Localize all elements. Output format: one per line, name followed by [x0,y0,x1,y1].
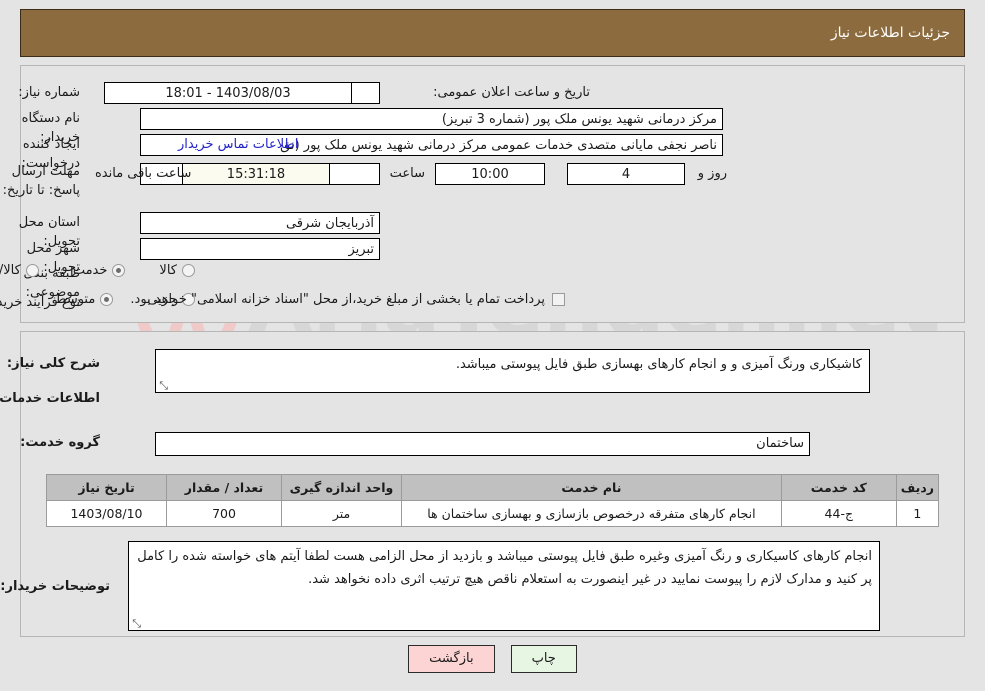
footer-actions: بازگشت چاپ [0,645,985,673]
delivery-city-value: تبریز [140,238,380,260]
col-row-no: ردیف [895,474,940,501]
deadline-hour-label: ساعت [389,166,425,181]
cell-service-code: ج-44 [780,500,897,527]
subject-category-radio-0[interactable] [182,264,195,277]
print-button[interactable]: چاپ [510,645,577,673]
service-group-value: ساختمان [155,432,810,456]
return-button[interactable]: بازگشت [408,645,495,673]
subject-category-option-0[interactable]: کالا [159,263,195,278]
col-unit: واحد اندازه گیری [281,474,402,501]
service-group-label: گروه خدمت: [20,435,100,450]
cell-row-no: 1 [895,500,940,527]
general-description-label: شرح کلی نیاز: [6,356,100,371]
buyer-org-value: مرکز درمانی شهید یونس ملک پور (شماره 3 ت… [140,108,723,130]
remaining-days-label: روز و [697,166,727,181]
subject-category-option-2[interactable]: کالا/خدمت [0,263,39,278]
cell-unit: متر [281,500,402,527]
purchase-process-label-1: متوسط [54,292,96,307]
cell-service-name: انجام کارهای متفرقه درخصوص بازسازی و بهس… [401,500,782,527]
general-description-textarea[interactable]: کاشیکاری ورنگ آمیزی و و انجام کارهای بهس… [155,349,870,393]
title-bar: جزئیات اطلاعات نیاز [20,9,965,57]
subject-category-option-1[interactable]: خدمت [73,263,126,278]
table-row: 1 ج-44 انجام کارهای متفرقه درخصوص بازساز… [46,500,940,527]
subject-category-label-2: کالا/خدمت [0,263,21,278]
subject-category-label-0: کالا [159,263,177,278]
purchase-process-radio-1[interactable] [100,293,114,306]
resize-grip-icon[interactable] [158,381,168,391]
page-title: جزئیات اطلاعات نیاز [830,25,950,41]
resize-grip-icon[interactable] [131,619,141,629]
cell-quantity: 700 [166,500,282,527]
buyer-notes-textarea[interactable]: انجام کارهای کاسیکاری و رنگ آمیزی وغیره … [128,541,880,631]
subject-category-label-1: خدمت [72,263,108,278]
col-quantity: تعداد / مقدار [166,474,282,501]
subject-category-radio-2[interactable] [25,264,39,277]
cell-need-date: 1403/08/10 [46,500,167,527]
subject-category-radio-group[interactable]: کالا خدمت کالا/خدمت [0,263,195,278]
page-root: AriaTender.net جزئیات اطلاعات نیاز شماره… [0,0,985,691]
subject-category-radio-1[interactable] [112,264,126,277]
treasury-bond-checkbox-wrap[interactable]: پرداخت تمام یا بخشی از مبلغ خرید،از محل … [130,292,565,307]
general-description-value: کاشیکاری ورنگ آمیزی و و انجام کارهای بهس… [455,357,862,372]
table-header-row: ردیف کد خدمت نام خدمت واحد اندازه گیری ت… [46,474,940,501]
buyer-contact-link[interactable]: اطلاعات تماس خریدار [178,134,298,156]
treasury-bond-label: پرداخت تمام یا بخشی از مبلغ خرید،از محل … [130,292,545,307]
purchase-process-option-1[interactable]: متوسط [54,292,114,307]
remaining-time-value: 15:31:18 [182,163,330,185]
need-number-label: شماره نیاز: [18,85,80,100]
announce-datetime-value: 1403/08/03 - 18:01 [104,82,352,104]
service-table: ردیف کد خدمت نام خدمت واحد اندازه گیری ت… [46,474,940,527]
services-section-title: اطلاعات خدمات مورد نیاز [0,391,100,406]
response-deadline-label: مهلت ارسال پاسخ: تا تاریخ: [2,164,80,198]
deadline-time-value: 10:00 [435,163,545,185]
buyer-notes-value: انجام کارهای کاسیکاری و رنگ آمیزی وغیره … [137,549,872,587]
treasury-bond-checkbox[interactable] [552,293,565,306]
delivery-province-value: آذربایجان شرقی [140,212,380,234]
col-need-date: تاریخ نیاز [46,474,167,501]
col-service-code: کد خدمت [780,474,897,501]
announce-datetime-label: تاریخ و ساعت اعلان عمومی: [433,85,590,100]
buyer-notes-label: توضیحات خریدار: [0,579,110,594]
col-service-name: نام خدمت [401,474,782,501]
remaining-days-value: 4 [567,163,685,185]
remaining-time-label: ساعت باقی مانده [95,166,192,181]
